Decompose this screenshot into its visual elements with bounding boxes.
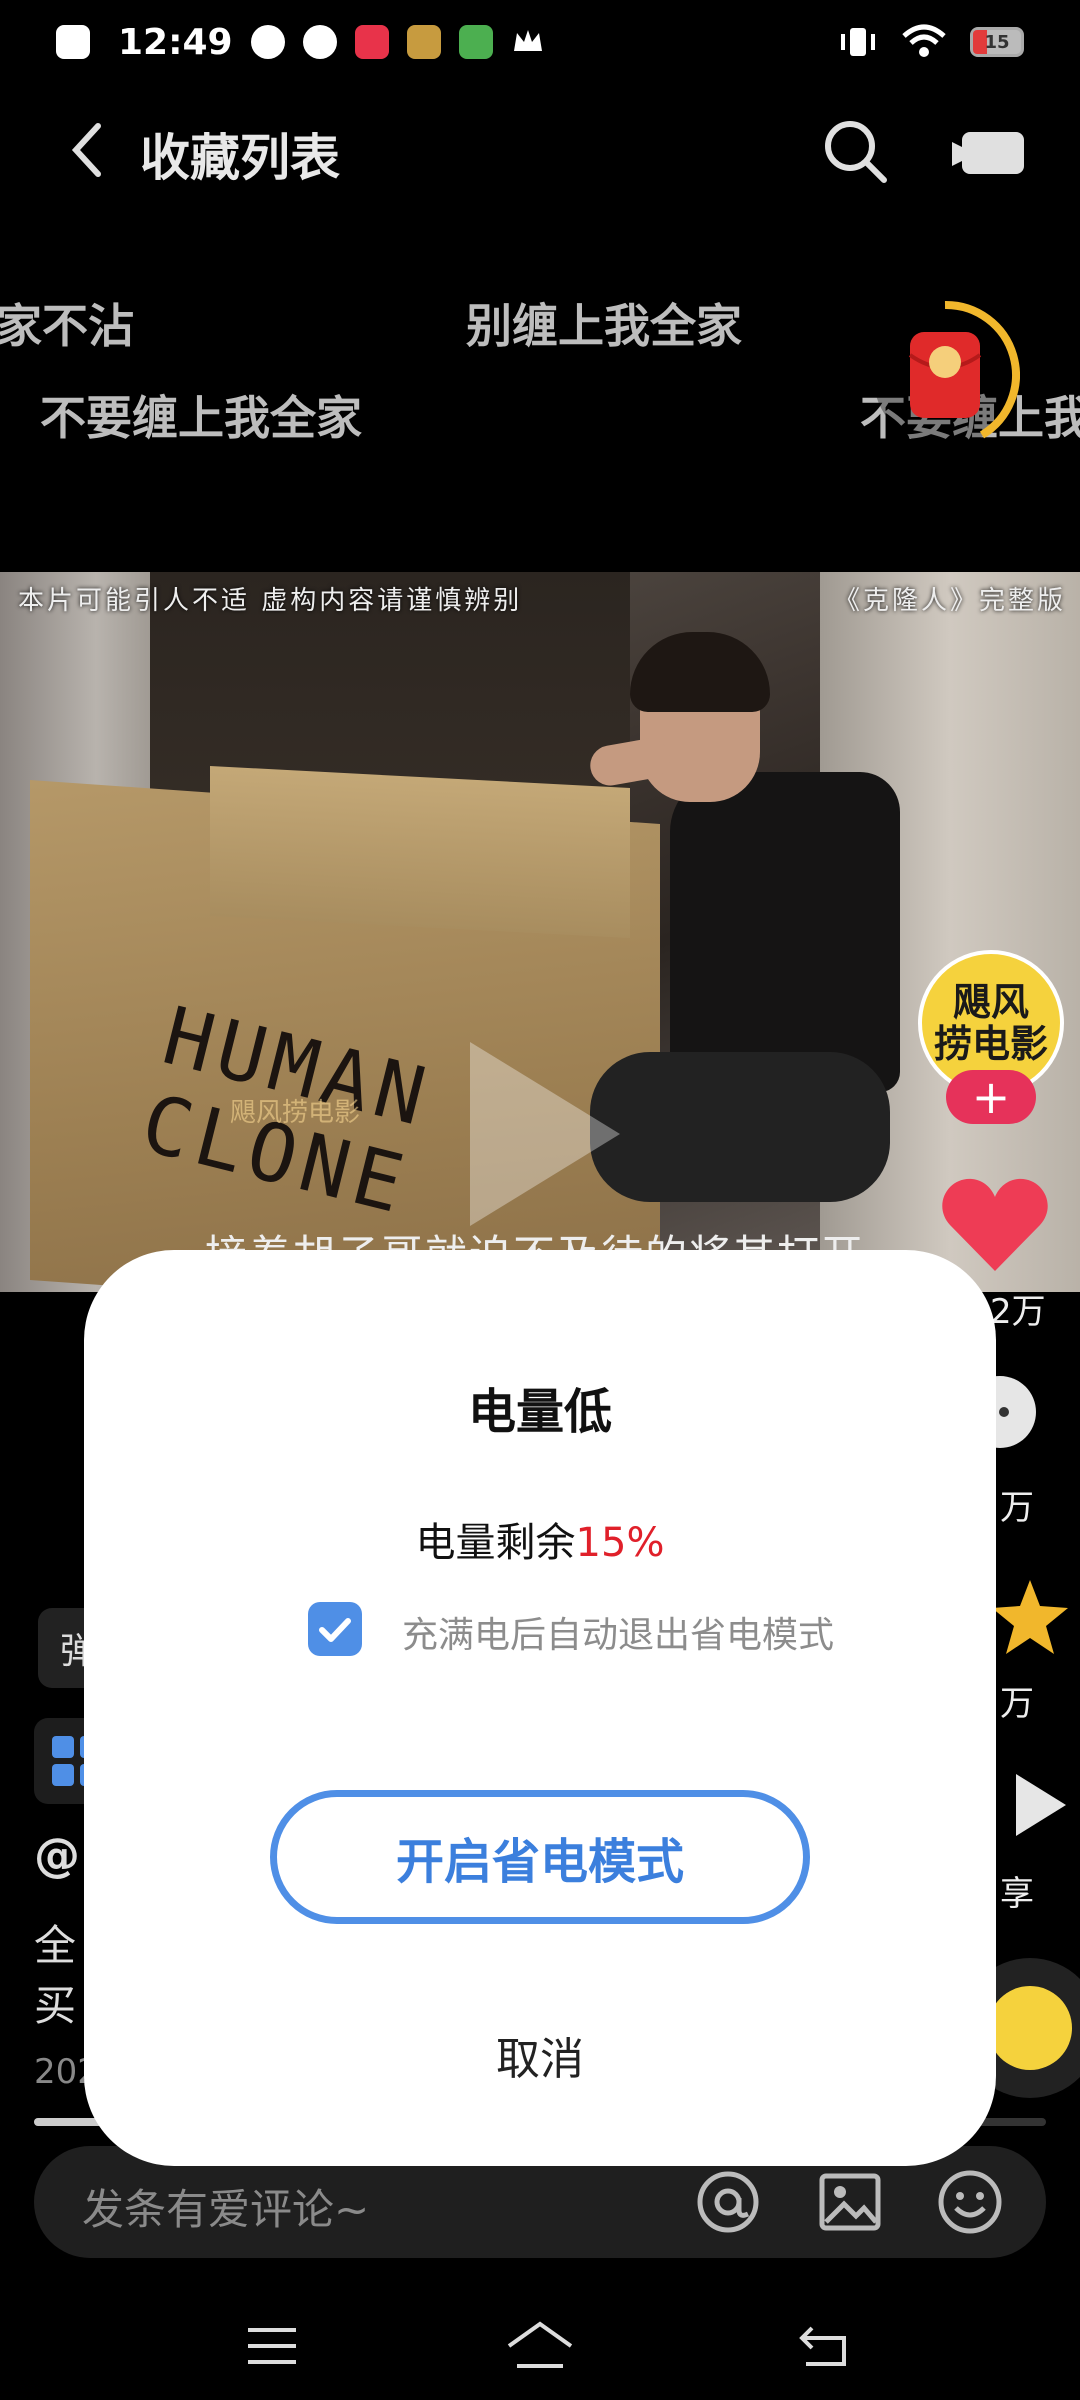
favorite-count: 万	[1000, 1684, 1034, 1724]
wifi-icon	[902, 24, 946, 57]
app-notification-icon	[302, 25, 337, 59]
enable-power-saving-button[interactable]: 开启省电模式	[270, 1790, 810, 1924]
share-icon[interactable]	[1010, 1770, 1070, 1840]
play-icon[interactable]	[470, 1042, 620, 1226]
app-notification-icon	[250, 25, 285, 59]
battery-percent: 15%	[575, 1520, 665, 1566]
app-notification-icon	[406, 25, 441, 59]
back-icon[interactable]	[794, 2316, 854, 2376]
author-name[interactable]: @	[34, 1828, 80, 1882]
chevron-left-icon[interactable]	[60, 120, 120, 180]
danmaku-item: 不要缠上我全家	[40, 391, 362, 445]
red-packet-icon[interactable]	[870, 300, 1020, 450]
battery-level: 15	[984, 31, 1010, 53]
top-header: 收藏列表	[0, 100, 1080, 200]
like-count: 2万	[990, 1292, 1046, 1332]
video-warning-caption: 本片可能引人不适 虚构内容请谨慎辨别	[18, 586, 523, 616]
video-watermark: 飓风捞电影	[230, 1098, 361, 1128]
at-mention-icon[interactable]	[694, 2168, 762, 2236]
auto-exit-label[interactable]: 充满电后自动退出省电模式	[402, 1606, 834, 1658]
status-time: 12:49	[118, 21, 233, 63]
vibrate-icon	[841, 28, 875, 56]
page-title: 收藏列表	[140, 129, 340, 187]
comment-placeholder: 发条有爱评论~	[82, 2185, 370, 2234]
dialog-message: 电量剩余15%	[84, 1510, 996, 1568]
video-camera-icon[interactable]	[950, 126, 1026, 178]
video-person	[587, 632, 900, 1232]
battery-icon: 15	[970, 27, 1024, 57]
screen: 12:49 15 收藏列表 家不沾 别缠上我全家 不要缠上我全家 不要缠上我	[0, 0, 1080, 2400]
checkmark-icon	[319, 1618, 351, 1642]
star-icon[interactable]	[990, 1576, 1070, 1656]
menu-icon[interactable]	[242, 2316, 302, 2376]
status-right: 15	[838, 22, 1024, 62]
video-player[interactable]: HUMAN CLONE 本片可能引人不适 虚构内容请谨慎辨别 《克隆人》完整版 …	[0, 572, 1080, 1292]
low-battery-dialog: 电量低 电量剩余15% 充满电后自动退出省电模式 开启省电模式 取消	[84, 1250, 996, 2166]
video-description: 全	[34, 1921, 77, 1970]
crown-icon	[511, 25, 545, 59]
app-notification-icon	[458, 25, 493, 59]
danmaku-item: 家不沾	[0, 299, 134, 353]
auto-exit-checkbox[interactable]	[308, 1602, 362, 1656]
home-icon[interactable]	[505, 2316, 575, 2376]
avatar-text: 捞电影	[933, 1022, 1048, 1066]
share-label: 享	[1000, 1874, 1034, 1914]
dialog-title: 电量低	[467, 1384, 612, 1440]
comment-count: 万	[1000, 1488, 1034, 1528]
cancel-button[interactable]: 取消	[390, 2010, 690, 2100]
app-notification-icon	[354, 25, 389, 59]
image-icon[interactable]	[816, 2168, 884, 2236]
emoji-icon[interactable]	[936, 2168, 1004, 2236]
danmaku-item: 别缠上我全家	[466, 299, 742, 353]
system-navigation-bar	[0, 2290, 1080, 2400]
video-description: 买	[34, 1981, 77, 2030]
status-bar: 12:49 15	[0, 0, 1080, 84]
follow-button[interactable]: +	[946, 1070, 1036, 1124]
like-heart-icon[interactable]	[940, 1175, 1050, 1275]
battery-remaining-label: 电量剩余	[415, 1520, 576, 1566]
avatar-text: 飓风	[952, 980, 1029, 1024]
search-icon[interactable]	[820, 116, 890, 186]
video-scene	[210, 765, 630, 939]
video-title-caption: 《克隆人》完整版	[833, 586, 1066, 616]
close-app-icon	[56, 25, 90, 59]
